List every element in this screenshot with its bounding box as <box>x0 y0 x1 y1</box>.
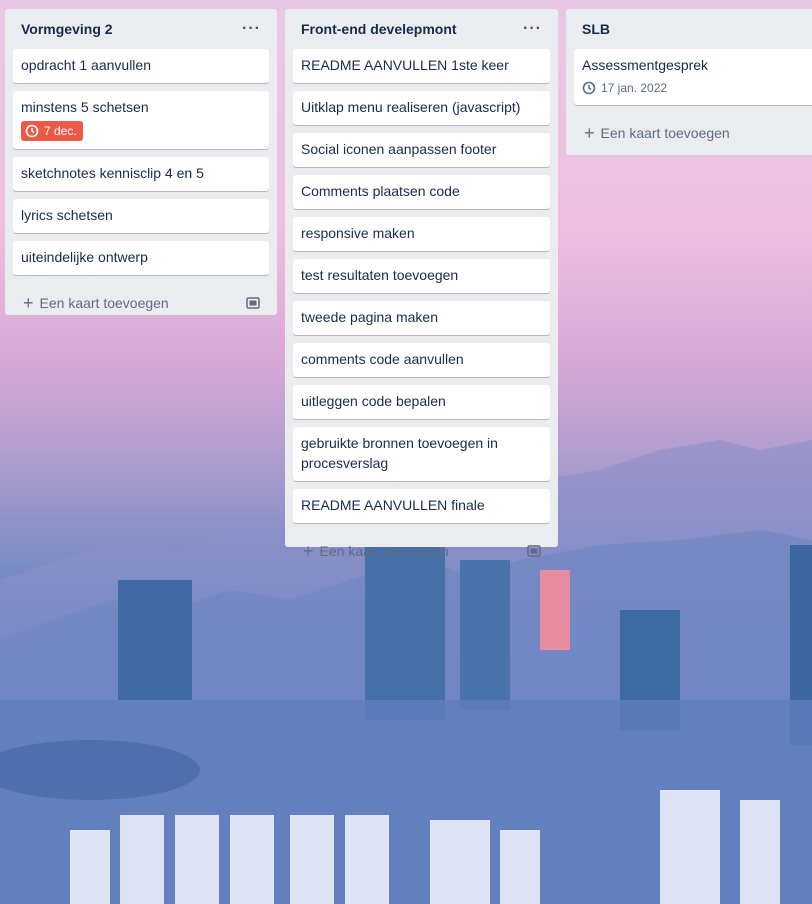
card[interactable]: Comments plaatsen code <box>293 175 550 209</box>
due-date-badge[interactable]: 17 jan. 2022 <box>582 79 667 97</box>
card-title: gebruikte bronnen toevoegen in procesver… <box>301 435 498 471</box>
badge-row: 17 jan. 2022 <box>582 79 804 97</box>
card[interactable]: minstens 5 schetsen 7 dec. <box>13 91 269 149</box>
clock-icon <box>25 124 39 138</box>
add-card-button[interactable]: + Een kaart toevoegen <box>23 293 169 313</box>
list-front-end: Front-end develepmont ··· README AANVULL… <box>285 9 558 560</box>
add-card-label: Een kaart toevoegen <box>39 295 169 311</box>
list-title[interactable]: SLB <box>582 21 610 37</box>
card[interactable]: lyrics schetsen <box>13 199 269 233</box>
clock-icon <box>582 81 596 95</box>
card-title: responsive maken <box>301 225 415 241</box>
card[interactable]: Social iconen aanpassen footer <box>293 133 550 167</box>
card[interactable]: uitleggen code bepalen <box>293 385 550 419</box>
add-card-button[interactable]: + Een kaart toevoegen <box>303 541 449 561</box>
list-title[interactable]: Vormgeving 2 <box>21 21 113 37</box>
card[interactable]: Assessmentgesprek 17 jan. 2022 <box>574 49 812 105</box>
add-card-label: Een kaart toevoegen <box>319 543 449 559</box>
card[interactable]: gebruikte bronnen toevoegen in procesver… <box>293 427 550 481</box>
list-vormgeving: Vormgeving 2 ··· opdracht 1 aanvullen mi… <box>5 9 277 315</box>
more-icon[interactable]: ··· <box>242 20 261 38</box>
more-icon[interactable]: ··· <box>523 20 542 38</box>
card-title: lyrics schetsen <box>21 207 113 223</box>
card[interactable]: test resultaten toevoegen <box>293 259 550 293</box>
card-title: test resultaten toevoegen <box>301 267 459 283</box>
list-footer: + Een kaart toevoegen <box>574 113 812 153</box>
card-template-icon[interactable] <box>526 543 542 559</box>
card[interactable]: README AANVULLEN finale <box>293 489 550 523</box>
add-card-button[interactable]: + Een kaart toevoegen <box>584 123 730 143</box>
badge-row: 7 dec. <box>21 121 261 141</box>
card-template-icon[interactable] <box>245 295 261 311</box>
plus-icon: + <box>584 123 595 143</box>
card-title: Comments plaatsen code <box>301 183 460 199</box>
list-header: SLB <box>574 9 812 49</box>
card[interactable]: responsive maken <box>293 217 550 251</box>
card-title: uiteindelijke ontwerp <box>21 249 148 265</box>
card[interactable]: opdracht 1 aanvullen <box>13 49 269 83</box>
add-card-label: Een kaart toevoegen <box>600 125 730 141</box>
list-header: Vormgeving 2 ··· <box>13 9 269 49</box>
card[interactable]: tweede pagina maken <box>293 301 550 335</box>
list-slb: SLB Assessmentgesprek 17 jan. 2022 + Een… <box>566 9 812 155</box>
plus-icon: + <box>303 541 314 561</box>
card-title: README AANVULLEN finale <box>301 497 485 513</box>
list-title[interactable]: Front-end develepmont <box>301 21 457 37</box>
card-title: opdracht 1 aanvullen <box>21 57 151 73</box>
card-title: README AANVULLEN 1ste keer <box>301 57 509 73</box>
plus-icon: + <box>23 293 34 313</box>
list-footer: + Een kaart toevoegen <box>293 531 550 571</box>
list-footer: + Een kaart toevoegen <box>13 283 269 323</box>
card-title: Social iconen aanpassen footer <box>301 141 497 157</box>
card-title: uitleggen code bepalen <box>301 393 446 409</box>
list-header: Front-end develepmont ··· <box>293 9 550 49</box>
card[interactable]: uiteindelijke ontwerp <box>13 241 269 275</box>
due-date-badge[interactable]: 7 dec. <box>21 121 83 141</box>
due-date-text: 7 dec. <box>44 124 77 138</box>
card-title: comments code aanvullen <box>301 351 464 367</box>
card[interactable]: sketchnotes kennisclip 4 en 5 <box>13 157 269 191</box>
card[interactable]: comments code aanvullen <box>293 343 550 377</box>
card[interactable]: Uitklap menu realiseren (javascript) <box>293 91 550 125</box>
card-title: Assessmentgesprek <box>582 57 709 73</box>
card-title: Uitklap menu realiseren (javascript) <box>301 99 521 115</box>
due-date-text: 17 jan. 2022 <box>601 81 668 95</box>
card-title: tweede pagina maken <box>301 309 438 325</box>
card-title: minstens 5 schetsen <box>21 99 149 115</box>
card[interactable]: README AANVULLEN 1ste keer <box>293 49 550 83</box>
card-title: sketchnotes kennisclip 4 en 5 <box>21 165 204 181</box>
